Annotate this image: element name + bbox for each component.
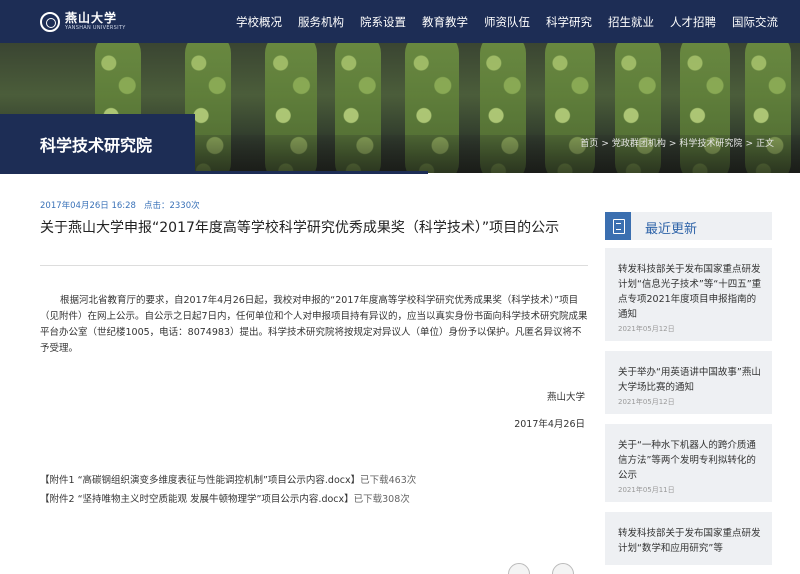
section-title-band: 科学技术研究院 <box>0 114 195 174</box>
attachment-download-count: 已下载308次 <box>353 494 410 505</box>
sidebar-heading: 最近更新 <box>645 222 698 237</box>
list-item-date: 2021年05月12日 <box>618 398 675 406</box>
breadcrumb: 首页 > 党政群团机构 > 科学技术研究院 > 正文 <box>580 139 774 149</box>
list-item-title[interactable]: 转发科技部关于发布国家重点研发计划“数学和应用研究”等 <box>618 526 762 556</box>
signature-org: 燕山大学 <box>546 392 585 403</box>
top-nav-bar: 燕山大学 YANSHAN UNIVERSITY 学校概况 服务机构 院系设置 教… <box>0 0 800 43</box>
list-item-title[interactable]: 转发科技部关于发布国家重点研发计划“信息光子技术”等“十四五”重点专项2021年… <box>618 262 762 322</box>
logo-cn-text: 燕山大学 <box>65 11 118 25</box>
section-title-underline <box>195 171 428 174</box>
list-item[interactable]: 关于“一种水下机器人的跨介质通信方法”等两个发明专利拟转化的公示 2021年05… <box>605 424 772 502</box>
breadcrumb-institute[interactable]: 科学技术研究院 <box>679 139 742 149</box>
nav-item-school-overview[interactable]: 学校概况 <box>236 14 282 30</box>
university-logo[interactable]: 燕山大学 YANSHAN UNIVERSITY <box>40 11 126 33</box>
share-icon[interactable] <box>508 563 530 574</box>
attachment-link[interactable]: 【附件1 “高碳钢组织演变多维度表征与性能调控机制”项目公示内容.docx】 <box>40 475 360 486</box>
logo-en-text: YANSHAN UNIVERSITY <box>65 25 126 31</box>
article-meta: 2017年04月26日 16:28 点击：2330次 <box>40 199 200 211</box>
nav-item-recruitment[interactable]: 人才招聘 <box>670 14 716 30</box>
attachment-1[interactable]: 【附件1 “高碳钢组织演变多维度表征与性能调控机制”项目公示内容.docx】已下… <box>40 472 416 486</box>
nav-item-faculty[interactable]: 师资队伍 <box>484 14 530 30</box>
list-item-title[interactable]: 关于“一种水下机器人的跨介质通信方法”等两个发明专利拟转化的公示 <box>618 438 762 483</box>
article-views: 点击：2330次 <box>143 201 200 211</box>
attachment-download-count: 已下载463次 <box>360 475 417 486</box>
news-list-icon <box>605 212 631 240</box>
list-item-date: 2021年05月11日 <box>618 486 675 494</box>
nav-item-departments[interactable]: 院系设置 <box>360 14 406 30</box>
list-item[interactable]: 转发科技部关于发布国家重点研发计划“数学和应用研究”等 <box>605 512 772 565</box>
section-title: 科学技术研究院 <box>40 136 153 155</box>
sidebar-header: 最近更新 <box>605 212 772 240</box>
seal-logo-icon <box>40 12 60 32</box>
signature-date: 2017年4月26日 <box>514 419 585 430</box>
breadcrumb-org[interactable]: 党政群团机构 <box>612 139 666 149</box>
share-icon[interactable] <box>552 563 574 574</box>
list-item[interactable]: 转发科技部关于发布国家重点研发计划“信息光子技术”等“十四五”重点专项2021年… <box>605 248 772 341</box>
breadcrumb-home[interactable]: 首页 <box>580 139 598 149</box>
list-item-date: 2021年05月12日 <box>618 325 675 333</box>
nav-item-research[interactable]: 科学研究 <box>546 14 592 30</box>
nav-item-international[interactable]: 国际交流 <box>732 14 778 30</box>
attachment-2[interactable]: 【附件2 “坚持唯物主义时空质能观 发展牛顿物理学”项目公示内容.docx】已下… <box>40 491 410 505</box>
title-divider <box>40 265 588 266</box>
breadcrumb-current: 正文 <box>755 139 774 149</box>
article-title: 关于燕山大学申报“2017年度高等学校科学研究优秀成果奖（科学技术）”项目的公示 <box>40 220 560 236</box>
article-date: 2017年04月26日 16:28 <box>40 201 136 211</box>
article-body: 根据河北省教育厅的要求，自2017年4月26日起，我校对申报的“2017年度高等… <box>40 295 588 354</box>
attachment-link[interactable]: 【附件2 “坚持唯物主义时空质能观 发展牛顿物理学”项目公示内容.docx】 <box>40 494 354 505</box>
nav-item-education[interactable]: 教育教学 <box>422 14 468 30</box>
nav-item-admissions[interactable]: 招生就业 <box>608 14 654 30</box>
nav-item-service[interactable]: 服务机构 <box>298 14 344 30</box>
main-nav: 学校概况 服务机构 院系设置 教育教学 师资队伍 科学研究 招生就业 人才招聘 … <box>220 0 778 43</box>
list-item-title[interactable]: 关于举办“用英语讲中国故事”燕山大学场比赛的通知 <box>618 365 762 395</box>
list-item[interactable]: 关于举办“用英语讲中国故事”燕山大学场比赛的通知 2021年05月12日 <box>605 351 772 414</box>
recent-updates-list: 转发科技部关于发布国家重点研发计划“信息光子技术”等“十四五”重点专项2021年… <box>605 248 772 574</box>
